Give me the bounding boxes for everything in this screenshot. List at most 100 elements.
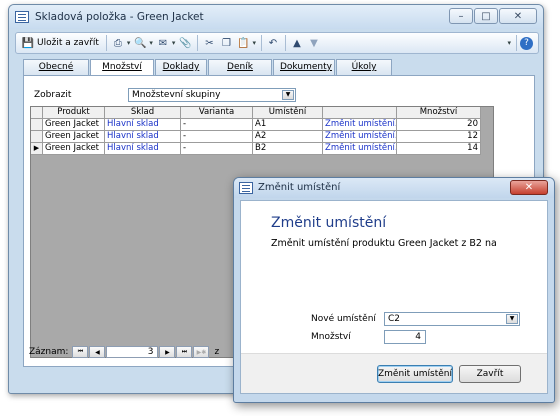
grid-header-row: Produkt Sklad Varianta Umístění Množství xyxy=(31,107,493,119)
minimize-button[interactable]: – xyxy=(449,8,473,24)
table-row[interactable]: Green Jacket Hlavní sklad - A1 Změnit um… xyxy=(31,119,493,131)
help-icon[interactable]: ? xyxy=(520,36,533,50)
caption-buttons: – □ ✕ xyxy=(449,8,537,24)
close-dialog-button[interactable]: Zavřít xyxy=(459,365,521,383)
save-and-close-button[interactable]: Uložit a zavřít xyxy=(37,38,99,48)
tab-dokumenty[interactable]: Dokumenty xyxy=(273,59,335,75)
cell-umisteni[interactable]: A1 xyxy=(253,119,323,131)
paste-dropdown-icon[interactable]: ▾ xyxy=(252,39,256,47)
tab-obecne[interactable]: Obecné xyxy=(23,59,89,75)
cell-varianta[interactable]: - xyxy=(181,119,253,131)
next-record-icon[interactable]: ▼ xyxy=(306,35,322,51)
filter-value: Množstevní skupiny xyxy=(132,90,221,100)
quantity-label: Množství xyxy=(311,332,351,342)
cell-sklad-link[interactable]: Hlavní sklad xyxy=(105,143,181,155)
cell-produkt[interactable]: Green Jacket xyxy=(43,143,105,155)
header-umisteni[interactable]: Umístění xyxy=(253,107,323,119)
close-icon: ✕ xyxy=(524,182,534,193)
change-location-link[interactable]: Změnit umístění... xyxy=(323,131,397,143)
change-location-link[interactable]: Změnit umístění... xyxy=(323,143,397,155)
row-selector[interactable] xyxy=(31,131,43,143)
header-mnozstvi[interactable]: Množství xyxy=(397,107,481,119)
maximize-button[interactable]: □ xyxy=(474,8,498,24)
chevron-down-icon[interactable]: ▼ xyxy=(506,314,518,324)
cell-sklad-link[interactable]: Hlavní sklad xyxy=(105,131,181,143)
toolbar-separator xyxy=(516,35,517,51)
cell-umisteni[interactable]: A2 xyxy=(253,131,323,143)
preview-dropdown-icon[interactable]: ▾ xyxy=(149,39,153,47)
cell-sklad-link[interactable]: Hlavní sklad xyxy=(105,119,181,131)
paste-icon[interactable]: 📋 xyxy=(235,35,251,51)
new-location-label: Nové umístění xyxy=(311,314,376,324)
table-row[interactable]: Green Jacket Hlavní sklad - A2 Změnit um… xyxy=(31,131,493,143)
header-produkt[interactable]: Produkt xyxy=(43,107,105,119)
header-action[interactable] xyxy=(323,107,397,119)
tab-doklady[interactable]: Doklady xyxy=(155,59,207,75)
first-record-icon[interactable]: ⏮ xyxy=(72,346,89,358)
previous-record-icon[interactable]: ▲ xyxy=(289,35,305,51)
last-record-icon[interactable]: ⏭ xyxy=(176,346,193,358)
record-of-text: z xyxy=(214,347,220,357)
tab-mnozstvi[interactable]: Množství xyxy=(90,59,154,76)
previous-record-button[interactable]: ◀ xyxy=(89,346,106,358)
current-row-indicator-icon[interactable]: ▶ xyxy=(31,143,43,155)
close-window-button[interactable]: ✕ xyxy=(499,8,537,24)
print-icon[interactable]: ⎙ xyxy=(110,35,126,51)
cut-icon[interactable]: ✂ xyxy=(201,35,217,51)
toolbar-separator xyxy=(197,35,199,51)
print-dropdown-icon[interactable]: ▾ xyxy=(127,39,131,47)
chevron-down-icon[interactable]: ▼ xyxy=(282,90,294,100)
row-selector[interactable] xyxy=(31,119,43,131)
print-preview-icon[interactable]: 🔍 xyxy=(132,35,148,51)
email-dropdown-icon[interactable]: ▾ xyxy=(172,39,176,47)
tab-denik-udalosti[interactable]: Deník událostí xyxy=(208,59,272,87)
cell-mnozstvi[interactable]: 14 xyxy=(397,143,481,155)
toolbar-separator xyxy=(105,35,107,51)
cell-produkt[interactable]: Green Jacket xyxy=(43,119,105,131)
next-record-button[interactable]: ▶ xyxy=(159,346,176,358)
dialog-close-button[interactable]: ✕ xyxy=(510,180,548,195)
dialog-heading: Změnit umístění xyxy=(271,215,387,231)
form-app-icon xyxy=(239,182,253,194)
dialog-title-bar: Změnit umístění ✕ xyxy=(234,178,554,198)
dialog-footer: Změnit umístění Zavřít xyxy=(241,353,547,393)
record-navigator: Záznam: ⏮ ◀ 3 ▶ ⏭ ▶✱ z xyxy=(29,345,219,359)
filter-combo[interactable]: Množstevní skupiny ▼ xyxy=(128,88,296,102)
main-title-bar: Skladová položka - Green Jacket – □ ✕ xyxy=(9,5,543,29)
cell-varianta[interactable]: - xyxy=(181,143,253,155)
current-record-field[interactable]: 3 xyxy=(106,346,159,358)
cell-varianta[interactable]: - xyxy=(181,131,253,143)
header-varianta[interactable]: Varianta xyxy=(181,107,253,119)
row-selector-header xyxy=(31,107,43,119)
cell-umisteni[interactable]: B2 xyxy=(253,143,323,155)
dialog-title: Změnit umístění xyxy=(258,182,341,193)
change-location-link[interactable]: Změnit umístění... xyxy=(323,119,397,131)
attach-icon[interactable]: 📎 xyxy=(177,35,193,51)
new-record-icon[interactable]: ▶✱ xyxy=(193,346,210,358)
form-app-icon xyxy=(15,11,29,23)
record-label: Záznam: xyxy=(29,347,69,357)
main-window-title: Skladová položka - Green Jacket xyxy=(35,11,204,23)
cell-produkt[interactable]: Green Jacket xyxy=(43,131,105,143)
new-location-combo[interactable]: C2 ▼ xyxy=(384,312,520,326)
toolbar-separator xyxy=(284,35,286,51)
cell-mnozstvi[interactable]: 12 xyxy=(397,131,481,143)
toolbar-separator xyxy=(260,35,262,51)
email-icon[interactable]: ✉ xyxy=(155,35,171,51)
save-icon[interactable]: 💾 xyxy=(20,35,36,51)
table-row[interactable]: ▶ Green Jacket Hlavní sklad - B2 Změnit … xyxy=(31,143,493,155)
toolbar-options-icon[interactable]: ▾ xyxy=(507,39,511,47)
dialog-body: Změnit umístění Změnit umístění produktu… xyxy=(240,200,548,394)
header-sklad[interactable]: Sklad xyxy=(105,107,181,119)
tab-strip: Obecné Množství Doklady Deník událostí D… xyxy=(23,59,393,87)
tab-ukoly[interactable]: Úkoly xyxy=(336,59,392,75)
close-icon: ✕ xyxy=(513,10,523,22)
maximize-icon: □ xyxy=(481,10,491,22)
filter-label: Zobrazit xyxy=(34,90,72,100)
undo-icon[interactable]: ↶ xyxy=(265,35,281,51)
copy-icon[interactable]: ❐ xyxy=(218,35,234,51)
cell-mnozstvi[interactable]: 20 xyxy=(397,119,481,131)
quantity-field[interactable]: 4 xyxy=(384,330,426,344)
change-location-button[interactable]: Změnit umístění xyxy=(377,365,453,383)
new-location-value: C2 xyxy=(388,314,401,324)
